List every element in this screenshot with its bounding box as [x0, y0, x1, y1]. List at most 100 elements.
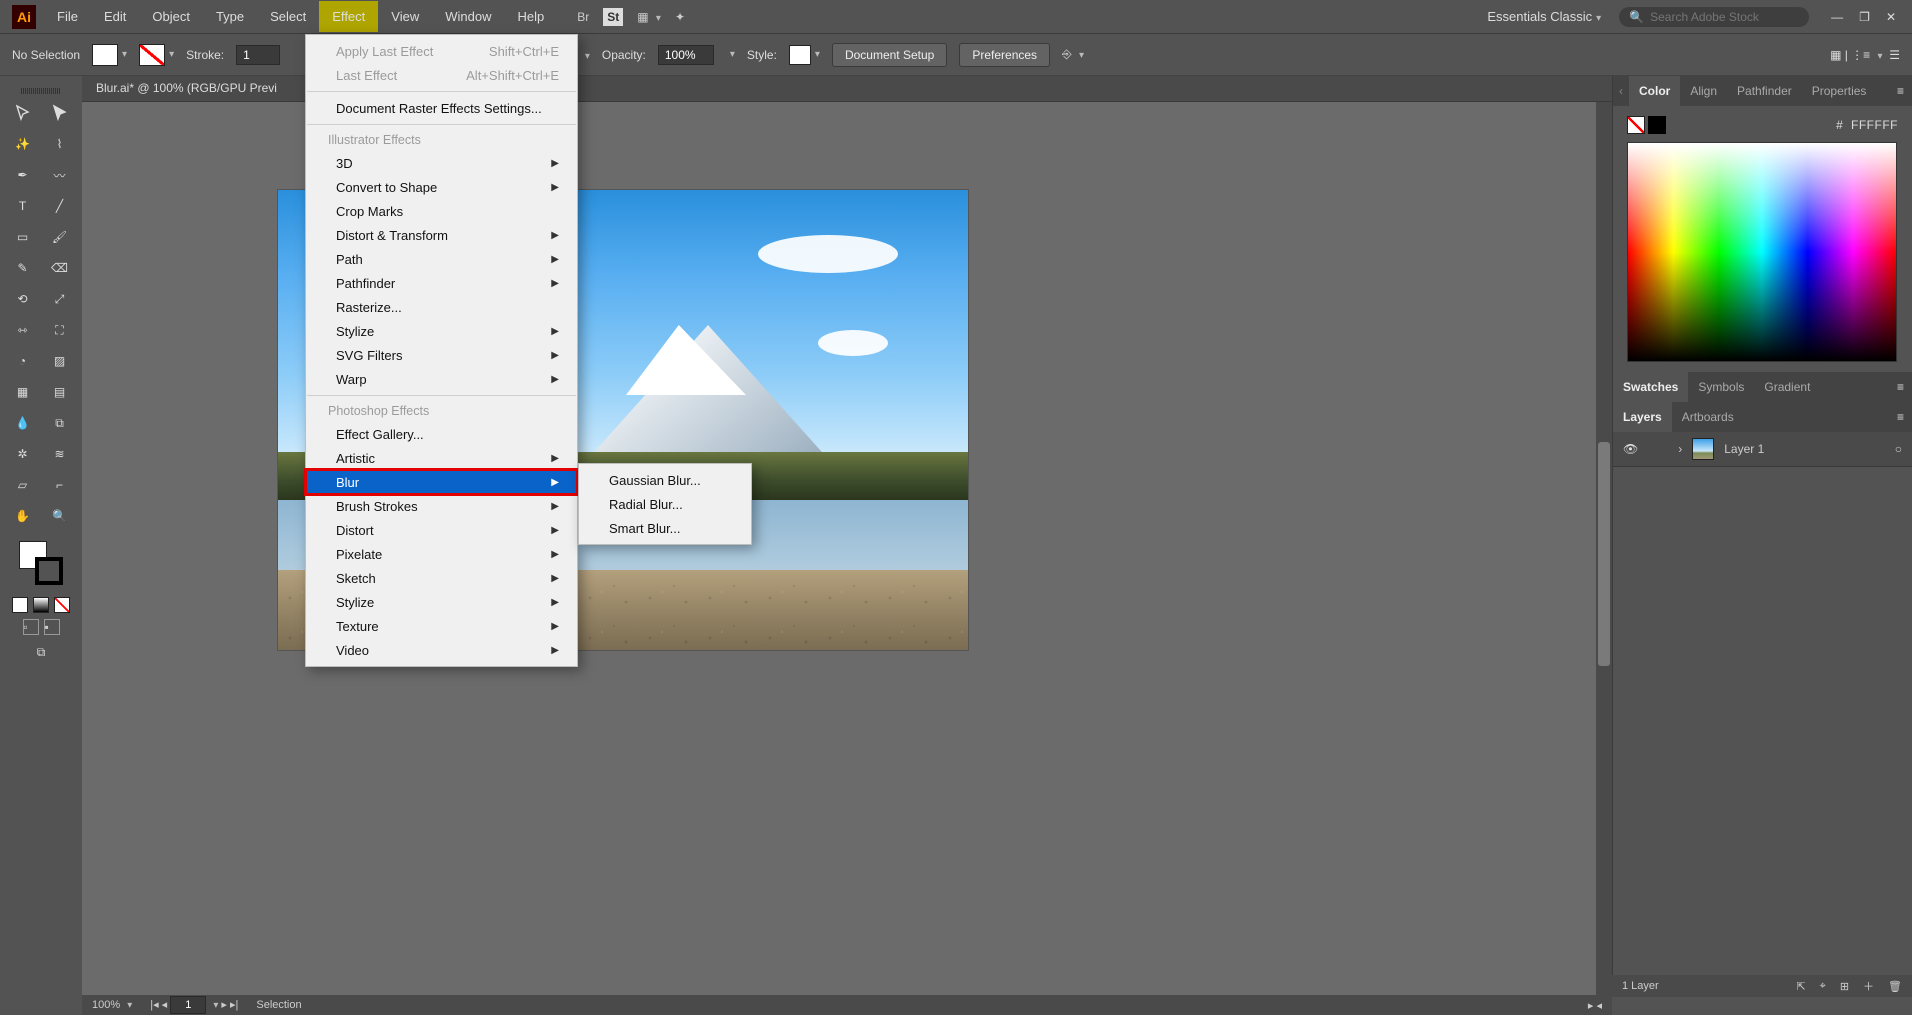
zoom-level[interactable]: 100% ▾ — [92, 999, 132, 1011]
panel-controls[interactable]: ▦ | ⋮≡ ▾ ☰ — [1830, 48, 1900, 62]
panel-fill-stroke[interactable] — [1627, 116, 1666, 134]
align-icon[interactable]: ⎆ ▾ — [1062, 47, 1084, 62]
stock-icon[interactable]: St — [603, 8, 623, 26]
window-close[interactable]: ✕ — [1886, 10, 1896, 24]
vertical-scrollbar[interactable] — [1596, 102, 1612, 997]
panel-menu-icon[interactable]: ≡ — [1889, 84, 1912, 98]
arrange-icon[interactable]: ▦ ▾ — [637, 10, 661, 24]
menuitem-raster-settings[interactable]: Document Raster Effects Settings... — [306, 96, 577, 120]
line-tool[interactable]: ╱ — [42, 191, 78, 221]
stroke-swatch[interactable]: ▾ — [139, 44, 174, 66]
new-sublayer-icon[interactable]: ⊞ — [1840, 980, 1849, 993]
h-scroll-left[interactable]: ▸ ◂ — [1588, 999, 1602, 1012]
menuitem-radial-blur[interactable]: Radial Blur... — [579, 492, 751, 516]
pen-tool[interactable]: ✒ — [5, 160, 41, 190]
free-transform-tool[interactable]: ⛶ — [42, 315, 78, 345]
zoom-tool[interactable]: 🔍 — [42, 501, 78, 531]
menuitem-distort[interactable]: Distort▶ — [306, 518, 577, 542]
menuitem-stylize[interactable]: Stylize▶ — [306, 319, 577, 343]
stroke-weight[interactable]: 1 — [236, 45, 280, 65]
eraser-tool[interactable]: ⌫ — [42, 253, 78, 283]
window-minimize[interactable]: — — [1831, 10, 1843, 24]
menuitem-svg-filters[interactable]: SVG Filters▶ — [306, 343, 577, 367]
expand-icon[interactable]: › — [1678, 442, 1682, 456]
eyedropper-tool[interactable]: 💧 — [5, 408, 41, 438]
menuitem-effect-gallery-[interactable]: Effect Gallery... — [306, 422, 577, 446]
curvature-tool[interactable]: 〰 — [42, 160, 78, 190]
style-swatch[interactable]: ▾ — [789, 45, 820, 65]
collapse-icon[interactable]: ‹ — [1613, 84, 1629, 98]
search-input[interactable] — [1650, 10, 1800, 24]
paintbrush-tool[interactable]: 🖌 — [42, 222, 78, 252]
layer-row[interactable]: 👁 › Layer 1 ○ — [1613, 432, 1912, 467]
window-maximize[interactable]: ❐ — [1859, 10, 1870, 24]
workspace-switcher[interactable]: Essentials Classic▾ — [1479, 5, 1609, 28]
layer-name[interactable]: Layer 1 — [1724, 442, 1764, 456]
toolbar-grip[interactable] — [21, 88, 61, 94]
menuitem-path[interactable]: Path▶ — [306, 247, 577, 271]
scale-tool[interactable]: ⤢ — [42, 284, 78, 314]
blend-tool[interactable]: ⧉ — [42, 408, 78, 438]
shape-builder-tool[interactable]: ◔ — [5, 346, 41, 376]
menu-view[interactable]: View — [378, 1, 432, 32]
screen-modes-icon[interactable]: ⧉ — [37, 645, 46, 660]
hand-tool[interactable]: ✋ — [5, 501, 41, 531]
menu-effect[interactable]: Effect — [319, 1, 378, 32]
panel-menu-icon[interactable]: ≡ — [1889, 410, 1912, 424]
menu-object[interactable]: Object — [139, 1, 203, 32]
menuitem-brush-strokes[interactable]: Brush Strokes▶ — [306, 494, 577, 518]
target-icon[interactable]: ○ — [1895, 442, 1902, 456]
none-mode[interactable] — [54, 597, 70, 613]
artboard-nav[interactable]: |◂ ◂ 1 ▾ ▸ ▸| — [150, 996, 238, 1014]
color-spectrum[interactable] — [1627, 142, 1897, 362]
new-layer-icon[interactable]: ＋ — [1863, 978, 1874, 994]
width-tool[interactable]: ⇿ — [5, 315, 41, 345]
tab-pathfinder[interactable]: Pathfinder — [1727, 76, 1802, 106]
menuitem-pixelate[interactable]: Pixelate▶ — [306, 542, 577, 566]
type-tool[interactable]: T — [5, 191, 41, 221]
menuitem-stylize[interactable]: Stylize▶ — [306, 590, 577, 614]
color-mode[interactable] — [12, 597, 28, 613]
gradient-tool[interactable]: ▤ — [42, 377, 78, 407]
menu-help[interactable]: Help — [504, 1, 557, 32]
delete-layer-icon[interactable]: 🗑 — [1888, 980, 1902, 993]
tab-symbols[interactable]: Symbols — [1688, 372, 1754, 402]
screen-mode-full[interactable]: ▪ — [44, 619, 60, 635]
magic-wand-tool[interactable]: ✨ — [5, 129, 41, 159]
tab-artboards[interactable]: Artboards — [1672, 402, 1744, 432]
tab-layers[interactable]: Layers — [1613, 402, 1672, 432]
tab-properties[interactable]: Properties — [1802, 76, 1877, 106]
fill-swatch[interactable]: ▾ — [92, 44, 127, 66]
menuitem-smart-blur[interactable]: Smart Blur... — [579, 516, 751, 540]
search-adobe-stock[interactable]: 🔍 — [1619, 7, 1809, 27]
panel-menu-icon[interactable]: ≡ — [1889, 380, 1912, 394]
opacity-value[interactable]: 100% — [658, 45, 714, 65]
gradient-mode[interactable] — [33, 597, 49, 613]
fill-stroke-control[interactable] — [19, 541, 63, 585]
menuitem-rasterize-[interactable]: Rasterize... — [306, 295, 577, 319]
gpu-icon[interactable]: ✦ — [675, 10, 685, 24]
screen-mode-normal[interactable]: ▫ — [23, 619, 39, 635]
menuitem-distort-transform[interactable]: Distort & Transform▶ — [306, 223, 577, 247]
mesh-tool[interactable]: ▦ — [5, 377, 41, 407]
menuitem-blur[interactable]: Blur▶ — [306, 470, 577, 494]
menuitem-texture[interactable]: Texture▶ — [306, 614, 577, 638]
menuitem-video[interactable]: Video▶ — [306, 638, 577, 662]
menu-file[interactable]: File — [44, 1, 91, 32]
tab-color[interactable]: Color — [1629, 76, 1680, 106]
rotate-tool[interactable]: ⟲ — [5, 284, 41, 314]
document-setup-button[interactable]: Document Setup — [832, 43, 947, 67]
menu-select[interactable]: Select — [257, 1, 319, 32]
menuitem-crop-marks[interactable]: Crop Marks — [306, 199, 577, 223]
menuitem-gaussian-blur[interactable]: Gaussian Blur... — [579, 468, 751, 492]
artboard-tool[interactable]: ▱ — [5, 470, 41, 500]
selection-tool[interactable] — [5, 98, 41, 128]
locate-icon[interactable]: ⌖ — [1820, 980, 1826, 993]
menuitem-last-effect[interactable]: Last EffectAlt+Shift+Ctrl+E — [306, 63, 577, 87]
export-icon[interactable]: ⇱ — [1796, 980, 1805, 993]
symbol-sprayer-tool[interactable]: ✲ — [5, 439, 41, 469]
lasso-tool[interactable]: ⌇ — [42, 129, 78, 159]
preferences-button[interactable]: Preferences — [959, 43, 1050, 67]
menuitem-3d[interactable]: 3D▶ — [306, 151, 577, 175]
perspective-tool[interactable]: ▨ — [42, 346, 78, 376]
